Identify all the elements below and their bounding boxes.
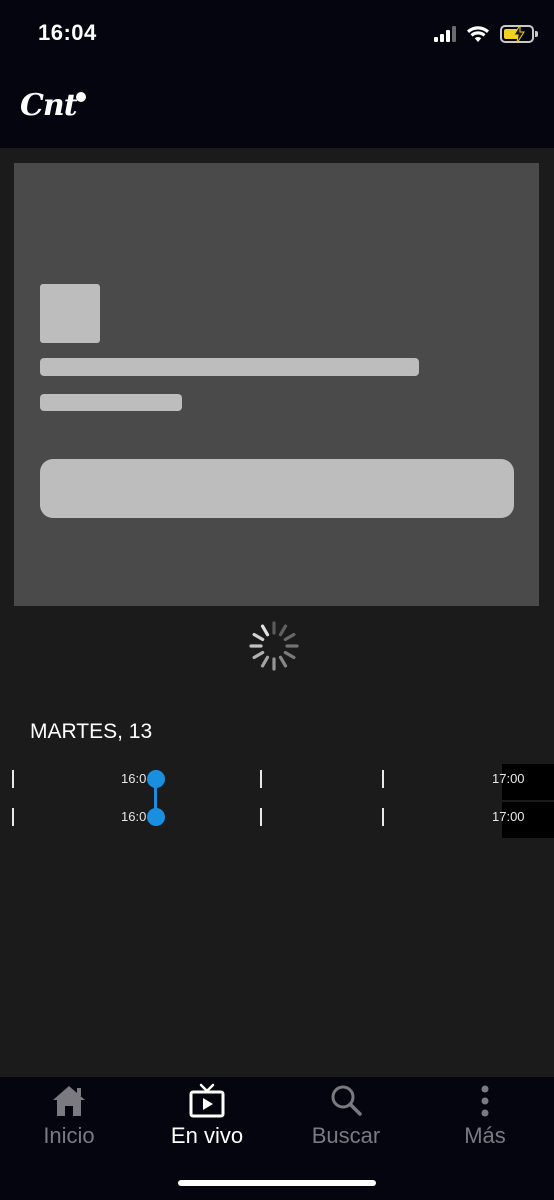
home-icon bbox=[53, 1086, 85, 1116]
timeline-end-time: 17:00 bbox=[492, 771, 525, 786]
nav-mas[interactable]: Más bbox=[416, 1077, 554, 1177]
now-playhead-handle[interactable] bbox=[147, 770, 165, 788]
status-icons bbox=[434, 22, 538, 46]
timeline-tick bbox=[260, 770, 262, 788]
timeline-start-time: 16:0 bbox=[121, 809, 147, 824]
timeline-tick bbox=[12, 770, 14, 788]
timeline-tick bbox=[382, 808, 384, 826]
timeline-tick bbox=[12, 808, 14, 826]
search-icon bbox=[331, 1085, 362, 1116]
nav-inicio[interactable]: Inicio bbox=[0, 1077, 138, 1177]
app-screen: 16:04 Cnt MARTES, 13 16:0 17:00 16:0 17:… bbox=[0, 0, 554, 1200]
top-bar: 16:04 Cnt bbox=[0, 0, 554, 148]
skeleton-thumbnail bbox=[40, 284, 100, 343]
timeline-tick bbox=[260, 808, 262, 826]
battery-charging-icon bbox=[500, 25, 538, 43]
home-indicator[interactable] bbox=[178, 1180, 376, 1186]
timeline-tick bbox=[382, 770, 384, 788]
status-time: 16:04 bbox=[38, 20, 97, 45]
skeleton-subtitle-line bbox=[40, 394, 182, 411]
now-playhead-handle[interactable] bbox=[147, 808, 165, 826]
wifi-icon bbox=[467, 26, 489, 42]
timeline-end-time: 17:00 bbox=[492, 809, 525, 824]
nav-en-vivo[interactable]: En vivo bbox=[138, 1077, 276, 1177]
timeline-row[interactable]: 16:0 17:00 bbox=[0, 764, 554, 800]
more-vertical-icon bbox=[481, 1085, 489, 1117]
logo-dot bbox=[76, 92, 86, 102]
live-tv-icon bbox=[189, 1083, 225, 1118]
timeline-end-block: 17:00 bbox=[492, 764, 554, 800]
nav-buscar[interactable]: Buscar bbox=[277, 1077, 415, 1177]
timeline-row[interactable]: 16:0 17:00 bbox=[0, 802, 554, 838]
nav-label: Más bbox=[464, 1123, 506, 1148]
nav-label: Inicio bbox=[43, 1123, 95, 1148]
signal-icon bbox=[434, 26, 456, 42]
skeleton-title-line bbox=[40, 358, 419, 376]
timeline-end-block: 17:00 bbox=[492, 802, 554, 838]
timeline-start-time: 16:0 bbox=[121, 771, 147, 786]
schedule-day-label: MARTES, 13 bbox=[30, 720, 153, 743]
nav-label: En vivo bbox=[170, 1123, 244, 1148]
spinner-icon bbox=[249, 621, 299, 671]
loading-placeholder-card bbox=[14, 163, 539, 606]
app-logo[interactable]: Cnt bbox=[20, 88, 78, 123]
nav-label: Buscar bbox=[311, 1123, 381, 1148]
skeleton-button bbox=[40, 459, 514, 518]
